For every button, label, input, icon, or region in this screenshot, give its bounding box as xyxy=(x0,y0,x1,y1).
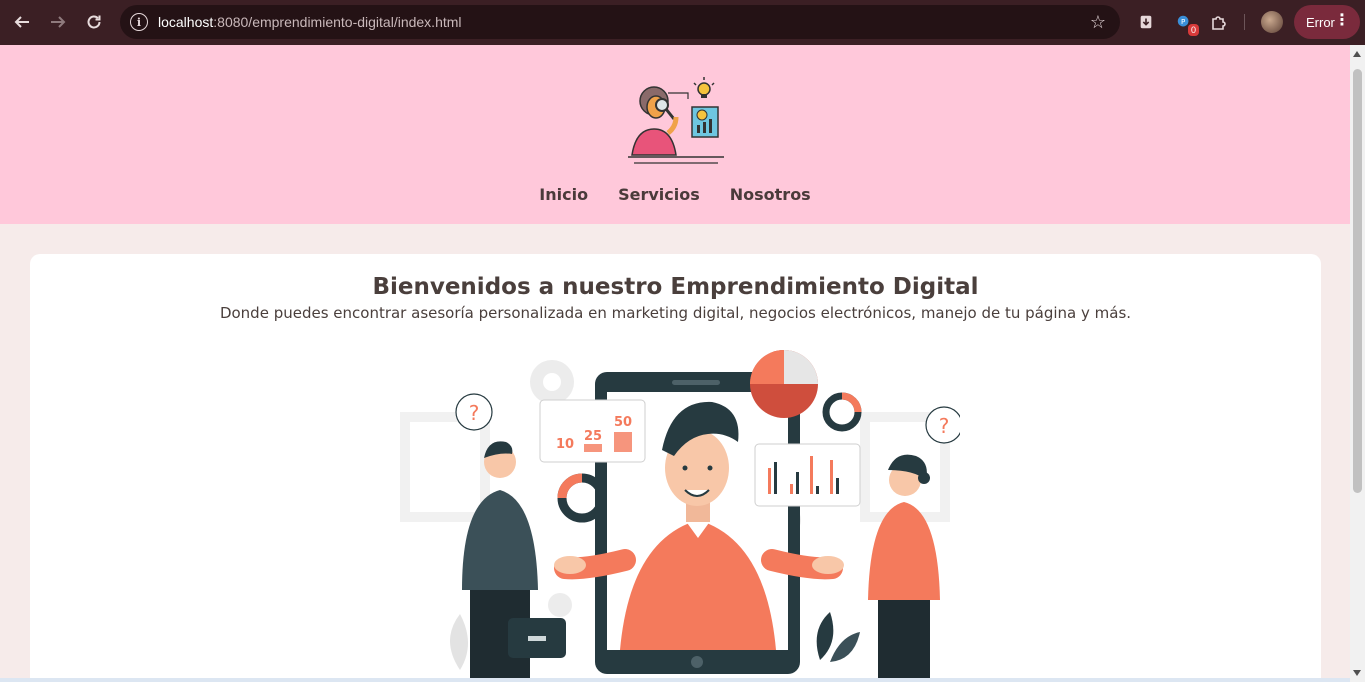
reload-icon[interactable] xyxy=(76,4,112,40)
site-header: Inicio Servicios Nosotros xyxy=(0,45,1350,224)
extensions-puzzle-icon[interactable] xyxy=(1208,11,1230,33)
svg-text:?: ? xyxy=(469,401,480,425)
address-bar[interactable]: i localhost:8080/emprendimiento-digital/… xyxy=(120,5,1120,39)
scrollbar-thumb[interactable] xyxy=(1353,69,1362,493)
profile-avatar[interactable] xyxy=(1261,11,1283,33)
kebab-menu-icon[interactable]: ⋮ xyxy=(1334,13,1350,29)
logo-researcher-icon xyxy=(628,77,724,164)
nav-link-inicio[interactable]: Inicio xyxy=(539,185,588,204)
extension-download-icon[interactable] xyxy=(1135,11,1157,33)
nav-link-servicios[interactable]: Servicios xyxy=(618,185,700,204)
profile-error-label: Error xyxy=(1306,14,1335,30)
hero-card: Bienvenidos a nuestro Emprendimiento Dig… xyxy=(30,254,1321,678)
forward-arrow-icon[interactable] xyxy=(40,4,76,40)
browser-toolbar: i localhost:8080/emprendimiento-digital/… xyxy=(0,0,1365,45)
extension-counter-icon[interactable]: P 0 xyxy=(1173,11,1199,36)
url-host: localhost xyxy=(158,14,214,30)
vertical-scrollbar[interactable] xyxy=(1350,45,1365,682)
bookmark-star-icon[interactable]: ☆ xyxy=(1090,12,1106,33)
stat-label-25: 25 xyxy=(584,429,602,444)
back-arrow-icon[interactable] xyxy=(4,4,40,40)
scroll-down-arrow-icon[interactable] xyxy=(1353,670,1361,676)
site-info-icon[interactable]: i xyxy=(130,13,148,31)
extension-badge: 0 xyxy=(1187,24,1199,36)
svg-text:P: P xyxy=(1181,17,1186,26)
stat-label-50: 50 xyxy=(614,415,632,430)
nav-link-nosotros[interactable]: Nosotros xyxy=(730,185,811,204)
hero-subtitle: Donde puedes encontrar asesoría personal… xyxy=(219,304,1132,322)
scroll-up-arrow-icon[interactable] xyxy=(1353,51,1361,57)
svg-text:?: ? xyxy=(939,414,950,438)
url-text[interactable]: localhost:8080/emprendimiento-digital/in… xyxy=(158,14,462,30)
profile-error-button[interactable]: Error ⋮ xyxy=(1294,5,1360,39)
digital-marketing-illustration: 10 25 50 ? ? xyxy=(400,350,960,678)
toolbar-divider xyxy=(1244,14,1245,30)
stat-label-10: 10 xyxy=(556,437,574,452)
main-nav: Inicio Servicios Nosotros xyxy=(0,185,1350,204)
page-viewport: Inicio Servicios Nosotros Bienvenidos a … xyxy=(0,45,1350,678)
url-path: :8080/emprendimiento-digital/index.html xyxy=(213,14,462,30)
hero-title: Bienvenidos a nuestro Emprendimiento Dig… xyxy=(372,274,979,300)
bottom-edge-strip xyxy=(0,678,1350,682)
